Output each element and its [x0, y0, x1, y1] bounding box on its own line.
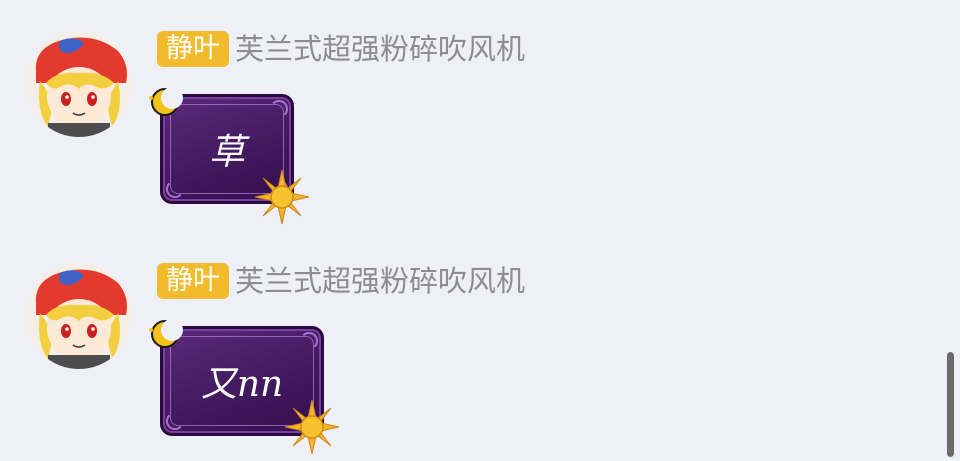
moon-icon: [149, 319, 183, 348]
sun-icon: [284, 399, 340, 455]
moon-icon: [149, 87, 183, 116]
avatar[interactable]: [26, 263, 132, 369]
message-header: 静叶 芙兰式超强粉碎吹风机: [157, 262, 525, 300]
sun-icon: [254, 169, 310, 225]
scrollbar[interactable]: [947, 352, 954, 457]
chat-message: 静叶 芙兰式超强粉碎吹风机 草: [0, 0, 940, 225]
title-badge: 静叶: [157, 263, 229, 299]
message-header: 静叶 芙兰式超强粉碎吹风机: [157, 30, 525, 68]
avatar[interactable]: [26, 31, 132, 137]
sender-nickname[interactable]: 芙兰式超强粉碎吹风机: [235, 31, 525, 67]
chat-message: 静叶 芙兰式超强粉碎吹风机 又nn: [0, 232, 940, 455]
sender-nickname[interactable]: 芙兰式超强粉碎吹风机: [235, 263, 525, 299]
title-badge: 静叶: [157, 31, 229, 67]
